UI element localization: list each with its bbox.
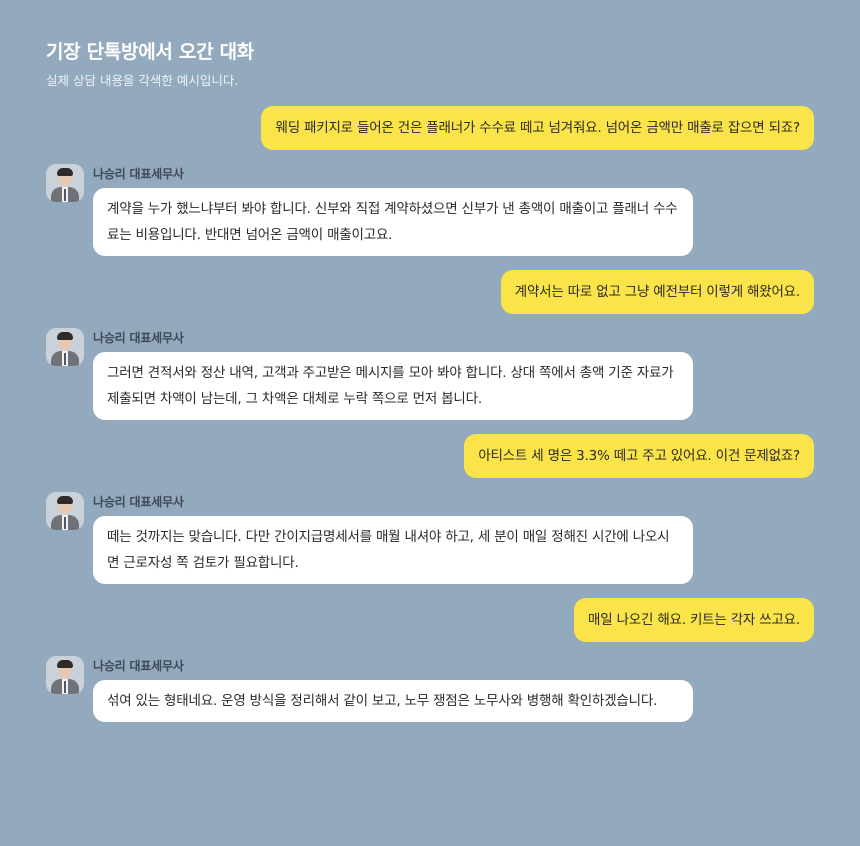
incoming-message-body: 나승리 대표세무사 [93, 166, 184, 182]
page-title: 기장 단톡방에서 오간 대화 [46, 41, 254, 63]
message-row-outgoing: 웨딩 패키지로 들어온 건은 플래너가 수수료 떼고 넘겨줘요. 넘어온 금액만… [46, 106, 814, 150]
sender-name: 나승리 대표세무사 [93, 659, 184, 673]
person-in-suit-avatar[interactable] [46, 164, 84, 202]
sender-name: 나승리 대표세무사 [93, 495, 184, 509]
incoming-message-body: 나승리 대표세무사 [93, 494, 184, 510]
message-row-outgoing: 매일 나오긴 해요. 키트는 각자 쓰고요. [46, 598, 814, 642]
message-row-outgoing: 계약서는 따로 없고 그냥 예전부터 이렇게 해왔어요. [46, 270, 814, 314]
person-in-suit-avatar[interactable] [46, 492, 84, 530]
outgoing-message-bubble[interactable]: 웨딩 패키지로 들어온 건은 플래너가 수수료 떼고 넘겨줘요. 넘어온 금액만… [261, 106, 814, 150]
person-in-suit-avatar[interactable] [46, 328, 84, 366]
person-in-suit-avatar[interactable] [46, 656, 84, 694]
chat-thread: 웨딩 패키지로 들어온 건은 플래너가 수수료 떼고 넘겨줘요. 넘어온 금액만… [46, 106, 814, 722]
incoming-message-body: 나승리 대표세무사 [93, 658, 184, 674]
chat-page: 기장 단톡방에서 오간 대화 실제 상담 내용을 각색한 예시입니다. 웨딩 패… [0, 0, 860, 846]
incoming-message-bubble[interactable]: 그러면 견적서와 정산 내역, 고객과 주고받은 메시지를 모아 봐야 합니다.… [93, 352, 693, 420]
incoming-message-bubble[interactable]: 계약을 누가 했느냐부터 봐야 합니다. 신부와 직접 계약하셨으면 신부가 낸… [93, 188, 693, 256]
message-row-outgoing: 아티스트 세 명은 3.3% 떼고 주고 있어요. 이건 문제없죠? [46, 434, 814, 478]
incoming-message-bubble[interactable]: 섞여 있는 형태네요. 운영 방식을 정리해서 같이 보고, 노무 쟁점은 노무… [93, 680, 693, 722]
outgoing-message-bubble[interactable]: 매일 나오긴 해요. 키트는 각자 쓰고요. [574, 598, 814, 642]
incoming-message-bubble[interactable]: 떼는 것까지는 맞습니다. 다만 간이지급명세서를 매월 내셔야 하고, 세 분… [93, 516, 693, 584]
sender-name: 나승리 대표세무사 [93, 167, 184, 181]
sender-name: 나승리 대표세무사 [93, 331, 184, 345]
outgoing-message-bubble[interactable]: 계약서는 따로 없고 그냥 예전부터 이렇게 해왔어요. [500, 270, 814, 314]
outgoing-message-bubble[interactable]: 아티스트 세 명은 3.3% 떼고 주고 있어요. 이건 문제없죠? [464, 434, 814, 478]
page-subtitle: 실제 상담 내용을 각색한 예시입니다. [46, 73, 239, 88]
incoming-message-body: 나승리 대표세무사 [93, 330, 184, 346]
